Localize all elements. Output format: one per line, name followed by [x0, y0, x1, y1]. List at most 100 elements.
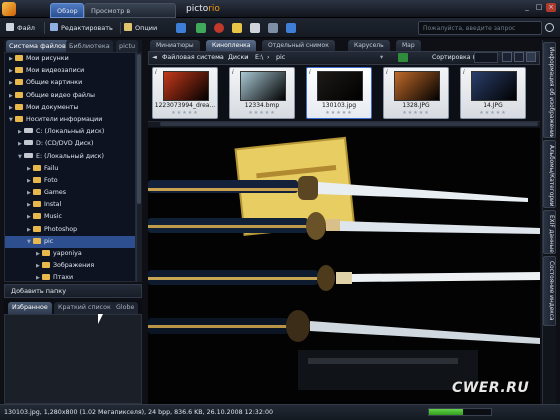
- delete-icon[interactable]: [214, 23, 224, 33]
- thumbnail[interactable]: i 12334.bmp ★★★★★: [229, 67, 295, 119]
- gear-icon: [124, 23, 132, 31]
- search-icon[interactable]: [545, 23, 554, 32]
- tree-node[interactable]: ▶ Photoshop: [5, 224, 135, 236]
- tab-globe[interactable]: Globe: [112, 302, 139, 314]
- tab-short-list[interactable]: Краткий список: [54, 302, 115, 314]
- tab-overview[interactable]: Обзор: [50, 3, 84, 18]
- tree-node[interactable]: ▶ C: (Локальный диск): [5, 126, 135, 138]
- tag-icon[interactable]: [398, 53, 408, 62]
- folder-icon: [15, 79, 23, 86]
- info-icon[interactable]: i: [232, 69, 234, 76]
- tree-node[interactable]: ▶ Зображения: [5, 260, 135, 272]
- tree-node[interactable]: ▶ Foto: [5, 175, 135, 187]
- breadcrumb-item[interactable]: Файловая система: [162, 53, 224, 63]
- tree-node[interactable]: ▶ Мои рисунки: [5, 53, 135, 65]
- rating-stars[interactable]: ★★★★★: [230, 110, 294, 116]
- breadcrumb-separator-icon: ›: [246, 54, 249, 61]
- rating-stars[interactable]: ★★★★★: [307, 110, 371, 116]
- rotate-right-icon[interactable]: [196, 23, 206, 33]
- tab-library[interactable]: Библиотека: [66, 40, 113, 52]
- breadcrumb-item[interactable]: pic: [276, 53, 285, 63]
- info-icon[interactable]: i: [155, 69, 157, 76]
- file-menu-button[interactable]: Файл: [6, 22, 35, 34]
- folder-icon: [15, 67, 23, 74]
- options-menu-button[interactable]: Опции: [124, 22, 157, 34]
- folder-icon[interactable]: [232, 23, 242, 33]
- tree-node[interactable]: ▶ Общие видео файлы: [5, 90, 135, 102]
- tree-node[interactable]: ▼ pic: [5, 235, 135, 248]
- thumbnail[interactable]: i 1328.JPG ★★★★★: [383, 67, 449, 119]
- mouse-cursor-icon: [98, 314, 103, 324]
- tree-node-label: Общие картинки: [26, 79, 83, 87]
- rating-stars[interactable]: ★★★★★: [153, 110, 217, 116]
- edit-menu-button[interactable]: Редактировать: [50, 22, 113, 34]
- thumbnail[interactable]: i 130103.jpg ★★★★★: [306, 67, 372, 119]
- tab-carousel[interactable]: Карусель: [348, 40, 390, 51]
- thumbnail[interactable]: i 14.JPG ★★★★★: [460, 67, 526, 119]
- rating-stars[interactable]: ★★★★★: [461, 110, 525, 116]
- print-icon[interactable]: [250, 23, 260, 33]
- tree-node-label: Music: [44, 213, 62, 221]
- folder-icon: [33, 176, 41, 183]
- breadcrumb-dropdown-icon[interactable]: ▾: [380, 53, 383, 63]
- tree-node-label: Мои документы: [26, 103, 79, 111]
- tab-filmstrip[interactable]: Кинопленка: [206, 40, 257, 51]
- close-button[interactable]: ×: [546, 3, 556, 12]
- view-mode-icon[interactable]: [502, 52, 512, 62]
- tree-node-label: C: (Локальный диск): [36, 128, 105, 136]
- tab-map[interactable]: Map: [396, 40, 421, 51]
- info-icon[interactable]: i: [463, 69, 465, 76]
- view-mode-icon[interactable]: [526, 52, 536, 62]
- tab-filesystem[interactable]: Система файлов: [6, 40, 69, 52]
- favorites-content: [4, 314, 142, 404]
- tree-node[interactable]: ▶ Общие картинки: [5, 77, 135, 89]
- tree-node[interactable]: ▶ Птахи: [5, 272, 135, 281]
- tree-node[interactable]: ▶ Мои документы: [5, 102, 135, 114]
- add-folder-button[interactable]: Добавить папку: [4, 284, 142, 298]
- tree-node[interactable]: ▶ yaponiya: [5, 248, 135, 260]
- thumbnail[interactable]: i 1223073994_drea... ★★★★★: [152, 67, 218, 119]
- tab-thumbnails[interactable]: Миниатюры: [150, 40, 200, 51]
- view-mode-icon[interactable]: [514, 52, 524, 62]
- email-icon[interactable]: [268, 23, 278, 33]
- tree-node[interactable]: ▶ Games: [5, 187, 135, 199]
- tree-node[interactable]: ▶ Music: [5, 211, 135, 223]
- search-input[interactable]: Пожалуйста, введите запрос: [418, 21, 542, 35]
- tab-albums[interactable]: Альбомы/Категории: [543, 140, 556, 208]
- tree-scrollbar-thumb[interactable]: [137, 54, 141, 204]
- back-icon[interactable]: ◄: [152, 53, 157, 63]
- tree-node-label: Instal: [44, 201, 62, 209]
- thumbnail-caption: 1328.JPG: [402, 102, 430, 109]
- tab-slideshow[interactable]: Просмотр в слайдовом режиме: [84, 3, 176, 26]
- info-icon[interactable]: i: [386, 69, 388, 76]
- tree-node[interactable]: ▼ Носители информации: [5, 114, 135, 126]
- tree-node-label: Мои рисунки: [26, 55, 69, 62]
- drive-icon: [24, 128, 33, 134]
- folder-icon: [15, 115, 23, 122]
- info-icon[interactable]: i: [309, 69, 311, 76]
- tree-node[interactable]: ▼ E: (Локальный диск): [5, 151, 135, 163]
- tree-node[interactable]: ▶ D: (CD/DVD Диск): [5, 138, 135, 150]
- tab-favorites[interactable]: Избранное: [8, 302, 52, 314]
- minimize-button[interactable]: _: [522, 3, 532, 12]
- tree-node[interactable]: ▶ Мои видеозаписи: [5, 65, 135, 77]
- rotate-left-icon[interactable]: [176, 23, 186, 33]
- tab-picture[interactable]: pictu: [116, 40, 139, 52]
- tab-image-info[interactable]: Информация об изображении: [543, 42, 556, 138]
- folder-icon: [33, 189, 41, 196]
- maximize-button[interactable]: □: [534, 3, 544, 12]
- tree-node[interactable]: ▶ Failu: [5, 163, 135, 175]
- brand-name: pictorio: [186, 4, 220, 14]
- folder-icon: [15, 103, 23, 110]
- filmstrip-scrollbar-thumb[interactable]: [160, 122, 538, 126]
- tab-single-image[interactable]: Отдельный снимок: [262, 40, 335, 51]
- tab-index-state[interactable]: Состояние индекса: [543, 256, 556, 326]
- rating-stars[interactable]: ★★★★★: [384, 110, 448, 116]
- image-viewer[interactable]: [148, 128, 540, 404]
- breadcrumb-item[interactable]: E:\: [255, 53, 263, 63]
- status-text: 130103.jpg, 1,280x800 (1.02 Мегапикселя)…: [4, 409, 273, 416]
- tab-exif[interactable]: EXIF данные: [543, 210, 556, 254]
- tree-node[interactable]: ▶ Instal: [5, 199, 135, 211]
- sort-select[interactable]: [474, 52, 498, 63]
- upload-icon[interactable]: [286, 23, 296, 33]
